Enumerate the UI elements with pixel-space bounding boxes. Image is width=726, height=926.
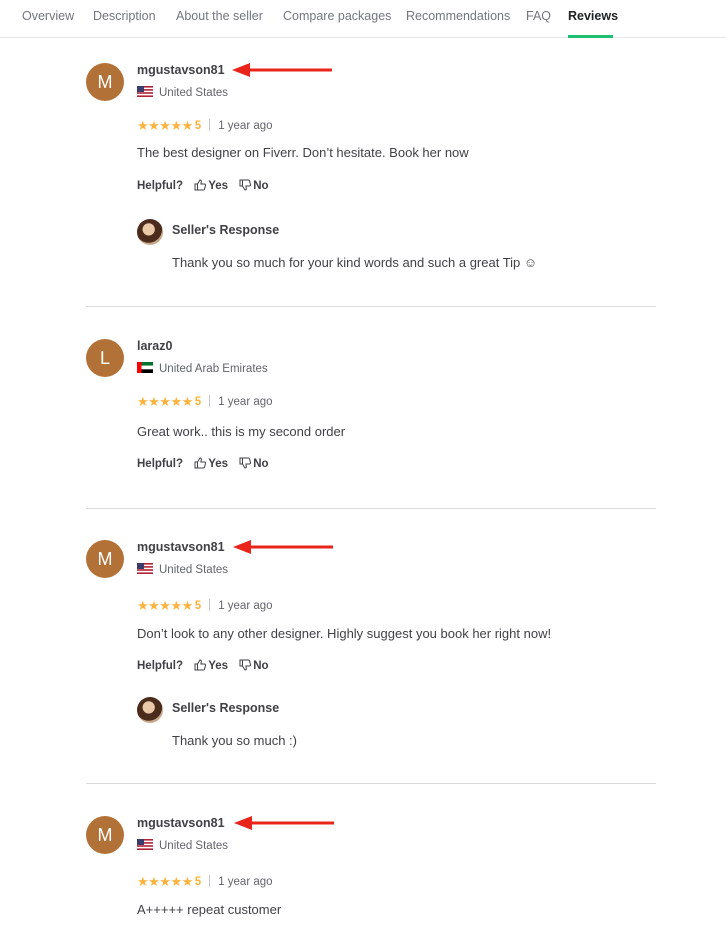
seller-response: Seller's Response Thank you so much for … bbox=[137, 219, 637, 275]
rating-score: 5 bbox=[194, 120, 202, 132]
thumbs-up-icon bbox=[194, 457, 207, 469]
helpful-yes-button[interactable]: Yes bbox=[194, 179, 228, 192]
tab-description[interactable]: Description bbox=[93, 9, 156, 23]
tab-about-the-seller[interactable]: About the seller bbox=[176, 9, 263, 23]
review-divider bbox=[86, 783, 656, 784]
seller-avatar[interactable] bbox=[137, 697, 163, 723]
review-item: M mgustavson81 United States ★★★★★ 5 1 yea… bbox=[86, 816, 656, 926]
tab-recommendations[interactable]: Recommendations bbox=[406, 9, 510, 23]
seller-response-title: Seller's Response bbox=[172, 701, 280, 715]
tab-reviews[interactable]: Reviews bbox=[568, 9, 618, 23]
avatar[interactable]: L bbox=[86, 339, 124, 377]
thumbs-down-icon bbox=[239, 457, 252, 469]
star-rating-icons: ★★★★★ bbox=[137, 874, 193, 889]
reviewer-username[interactable]: mgustavson81 bbox=[137, 816, 225, 830]
tab-compare-packages[interactable]: Compare packages bbox=[283, 9, 391, 23]
review-rating: ★★★★★ 5 1 year ago bbox=[137, 874, 273, 890]
us-flag-icon bbox=[137, 563, 153, 574]
rating-score: 5 bbox=[194, 600, 202, 612]
reviewer-country: United States bbox=[137, 839, 228, 852]
review-time: 1 year ago bbox=[218, 876, 273, 888]
review-item: M mgustavson81 United States ★★★★★ 5 1 yea… bbox=[86, 540, 656, 760]
review-time: 1 year ago bbox=[218, 120, 273, 132]
review-text: The best designer on Fiverr. Don’t hesit… bbox=[137, 145, 469, 160]
helpful-row: Helpful? Yes No bbox=[137, 659, 269, 672]
avatar[interactable]: M bbox=[86, 540, 124, 578]
review-rating: ★★★★★ 5 1 year ago bbox=[137, 118, 273, 134]
review-text: Great work.. this is my second order bbox=[137, 424, 346, 439]
us-flag-icon bbox=[137, 839, 153, 850]
seller-response: Seller's Response Thank you so much :) bbox=[137, 697, 637, 753]
thumbs-down-icon bbox=[239, 659, 252, 671]
tab-faq[interactable]: FAQ bbox=[526, 9, 551, 23]
helpful-yes-button[interactable]: Yes bbox=[194, 659, 228, 672]
helpful-no-button[interactable]: No bbox=[239, 457, 269, 470]
review-divider bbox=[86, 508, 656, 509]
seller-avatar[interactable] bbox=[137, 219, 163, 245]
reviewer-country: United States bbox=[137, 86, 228, 99]
thumbs-up-icon bbox=[194, 179, 207, 191]
us-flag-icon bbox=[137, 86, 153, 97]
star-rating-icons: ★★★★★ bbox=[137, 118, 193, 133]
red-arrow-annotation bbox=[233, 540, 333, 554]
helpful-no-button[interactable]: No bbox=[239, 179, 269, 192]
review-text: A+++++ repeat customer bbox=[137, 902, 282, 917]
seller-response-text: Thank you so much :) bbox=[172, 733, 297, 748]
helpful-row: Helpful? Yes No bbox=[137, 179, 269, 192]
red-arrow-annotation bbox=[234, 816, 334, 830]
review-text: Don’t look to any other designer. Highly… bbox=[137, 626, 552, 641]
seller-response-text: Thank you so much for your kind words an… bbox=[172, 255, 538, 270]
star-rating-icons: ★★★★★ bbox=[137, 394, 193, 409]
review-item: M mgustavson81 United States ★★★★★ 5 1 yea… bbox=[86, 63, 656, 283]
review-rating: ★★★★★ 5 1 year ago bbox=[137, 394, 273, 410]
helpful-yes-button[interactable]: Yes bbox=[194, 457, 228, 470]
thumbs-down-icon bbox=[239, 179, 252, 191]
helpful-row: Helpful? Yes No bbox=[137, 457, 269, 470]
reviewer-country: United Arab Emirates bbox=[137, 362, 268, 375]
avatar[interactable]: M bbox=[86, 63, 124, 101]
rating-score: 5 bbox=[194, 876, 202, 888]
star-rating-icons: ★★★★★ bbox=[137, 598, 193, 613]
avatar[interactable]: M bbox=[86, 816, 124, 854]
red-arrow-annotation bbox=[232, 63, 332, 77]
helpful-no-button[interactable]: No bbox=[239, 659, 269, 672]
uae-flag-icon bbox=[137, 362, 153, 373]
reviewer-country: United States bbox=[137, 563, 228, 576]
tab-overview[interactable]: Overview bbox=[22, 9, 74, 23]
reviewer-username[interactable]: mgustavson81 bbox=[137, 63, 225, 77]
seller-response-title: Seller's Response bbox=[172, 223, 280, 237]
rating-score: 5 bbox=[194, 396, 202, 408]
thumbs-up-icon bbox=[194, 659, 207, 671]
review-divider bbox=[86, 306, 656, 307]
review-rating: ★★★★★ 5 1 year ago bbox=[137, 598, 273, 614]
reviewer-username[interactable]: mgustavson81 bbox=[137, 540, 225, 554]
review-item: L laraz0 United Arab Emirates ★★★★★ 5 1 ye… bbox=[86, 339, 656, 479]
review-time: 1 year ago bbox=[218, 600, 273, 612]
review-time: 1 year ago bbox=[218, 396, 273, 408]
active-tab-indicator bbox=[568, 35, 613, 38]
gig-nav-tabs: Overview Description About the seller Co… bbox=[0, 0, 726, 38]
reviewer-username[interactable]: laraz0 bbox=[137, 339, 172, 353]
